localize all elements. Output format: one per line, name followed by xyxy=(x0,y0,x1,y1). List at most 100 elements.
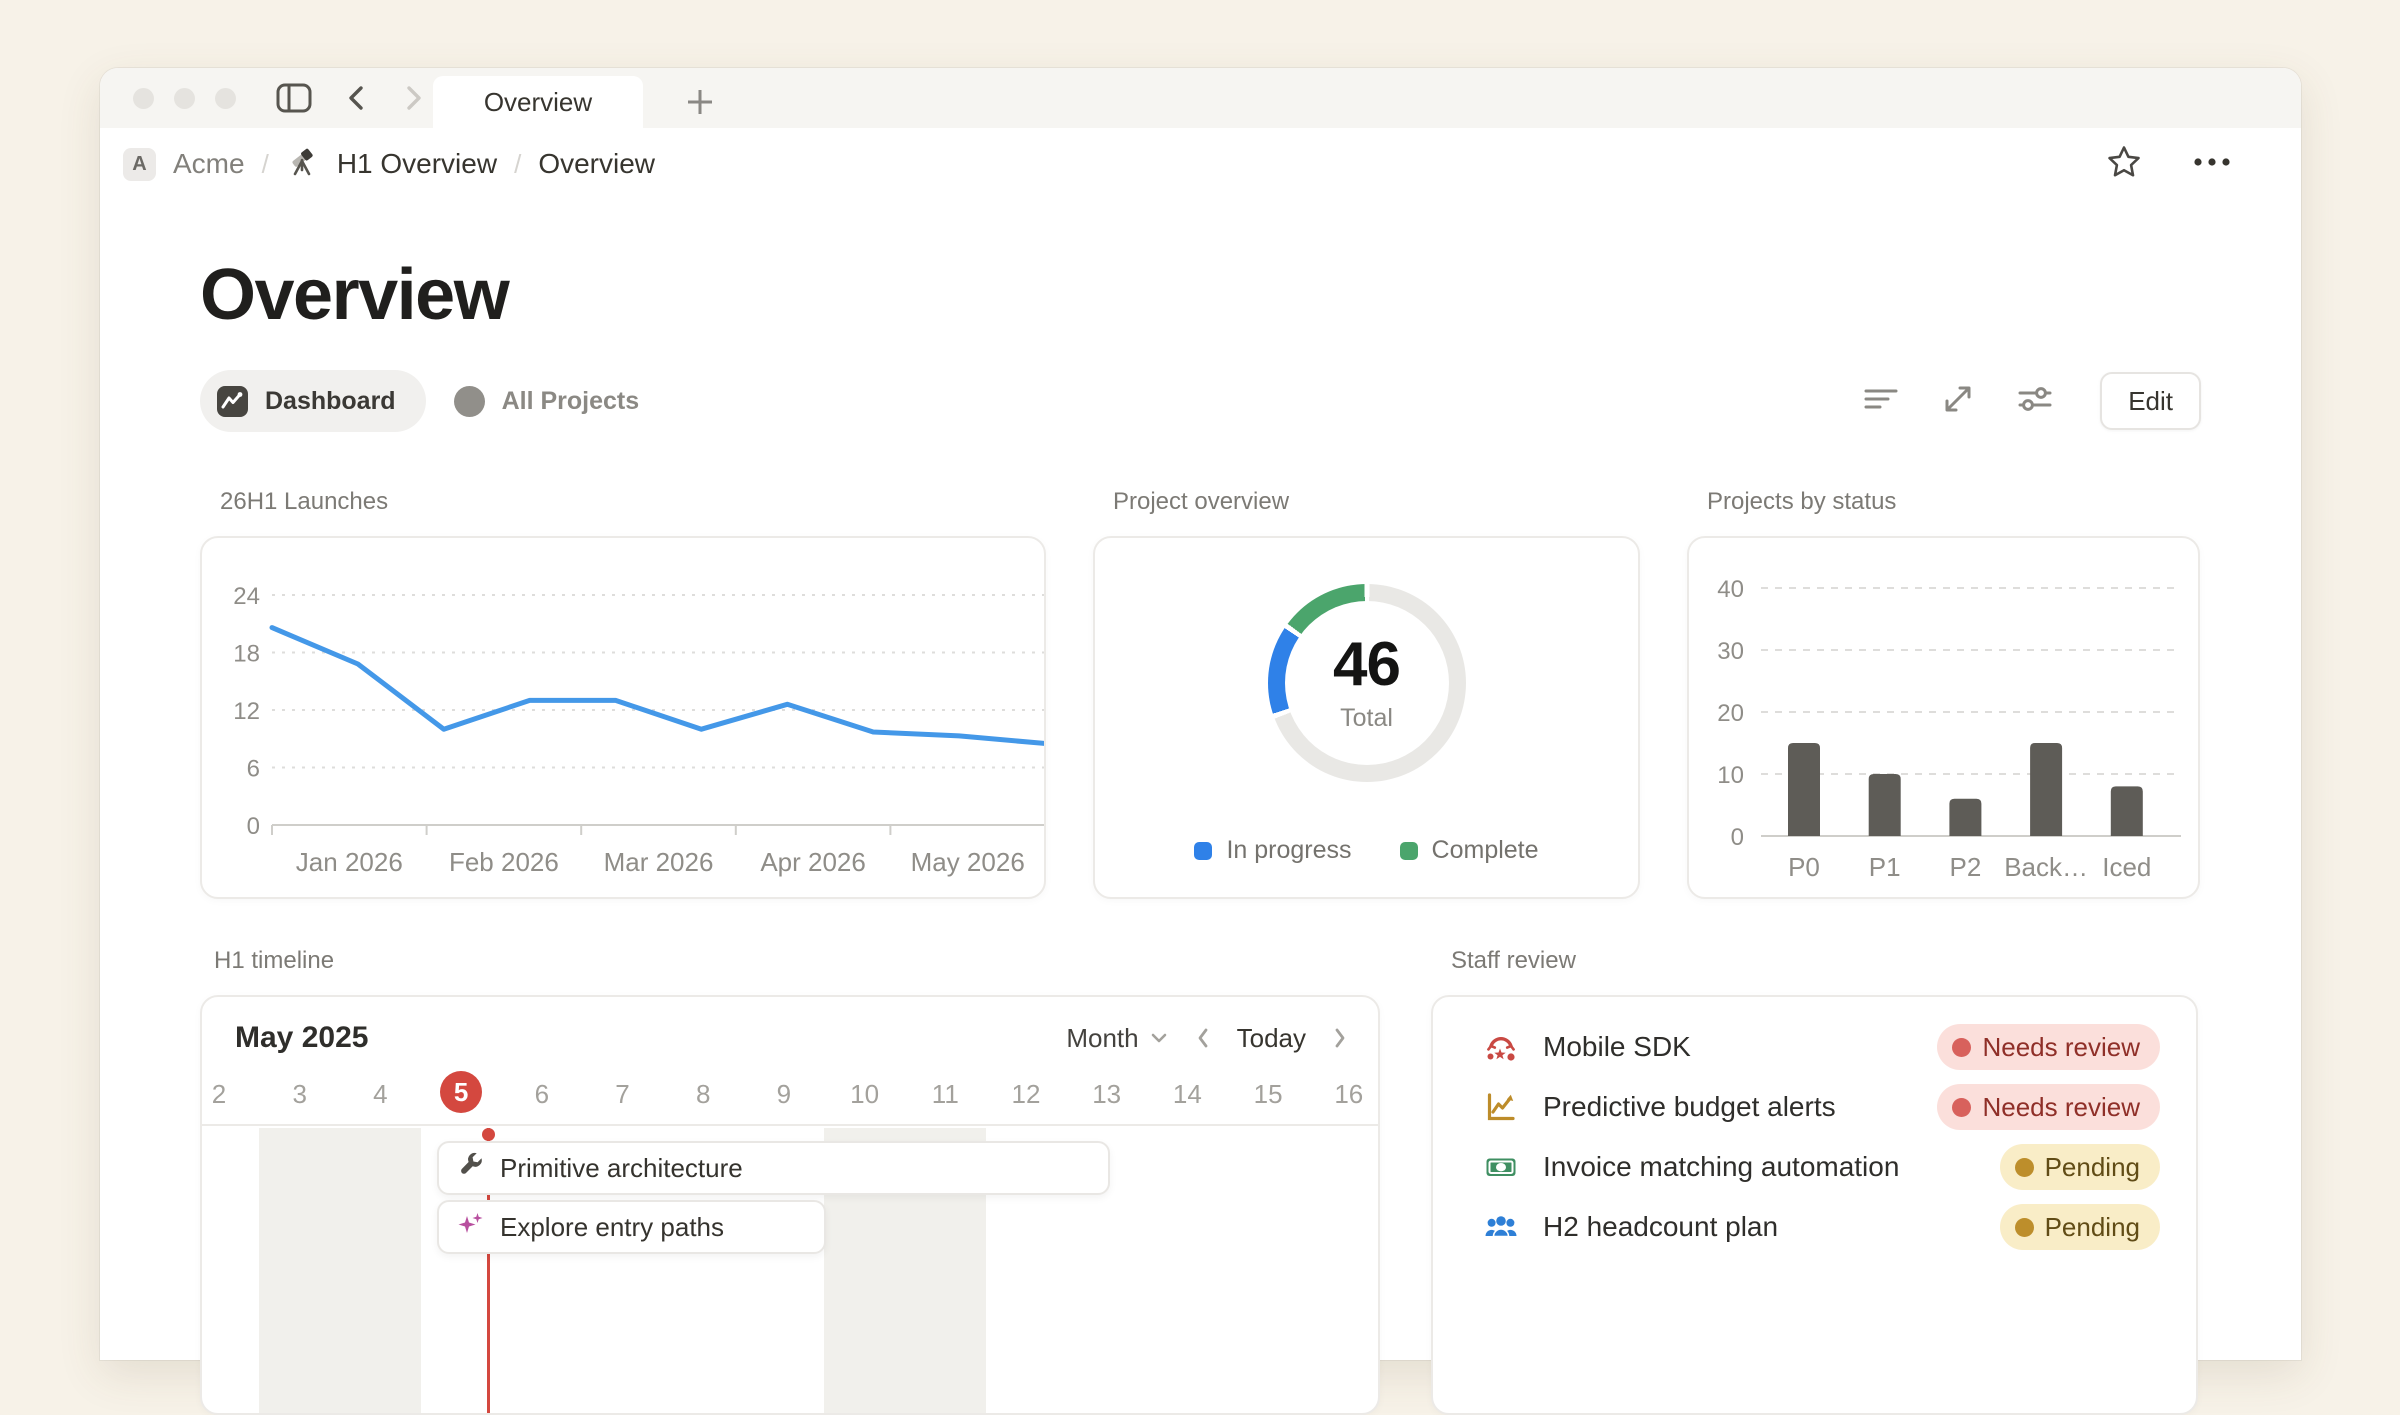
timeline-day: 2 xyxy=(212,1079,226,1110)
window-controls xyxy=(133,88,236,109)
status-label: Needs review xyxy=(1982,1032,2140,1063)
workspace-avatar[interactable]: A xyxy=(123,148,156,181)
timeline-next-icon[interactable] xyxy=(1332,1026,1348,1050)
filter-icon[interactable] xyxy=(1862,383,1900,420)
timeline-day: 7 xyxy=(615,1079,629,1110)
section-label: Projects by status xyxy=(1707,488,2200,516)
all-projects-icon xyxy=(454,386,485,417)
bar-chart-card: 010203040P0P1P2Back…Iced xyxy=(1687,536,2200,899)
status-badge[interactable]: Pending xyxy=(2000,1144,2160,1190)
edit-button[interactable]: Edit xyxy=(2100,372,2201,430)
svg-text:6: 6 xyxy=(247,756,260,783)
timeline-today-badge: 5 xyxy=(440,1071,482,1113)
breadcrumb-current[interactable]: Overview xyxy=(538,148,655,180)
timeline-header: May 2025 Month Today xyxy=(202,997,1378,1079)
svg-text:24: 24 xyxy=(233,583,260,610)
staff-review-row[interactable]: Predictive budget alerts Needs review xyxy=(1483,1077,2160,1137)
view-tab-dashboard[interactable]: Dashboard xyxy=(200,370,426,432)
svg-text:Jan 2026: Jan 2026 xyxy=(296,847,403,877)
staff-item-title: Mobile SDK xyxy=(1543,1031,1691,1063)
view-tab-all-projects[interactable]: All Projects xyxy=(454,386,640,417)
legend-item: Complete xyxy=(1400,836,1539,865)
status-dot-icon xyxy=(1952,1038,1971,1057)
back-icon[interactable] xyxy=(344,83,370,113)
breadcrumb-parent[interactable]: H1 Overview xyxy=(337,148,497,180)
timeline-month-title: May 2025 xyxy=(235,1021,368,1055)
status-dot-icon xyxy=(2015,1158,2034,1177)
settings-sliders-icon[interactable] xyxy=(2016,382,2054,421)
window-minimize-button[interactable] xyxy=(174,88,195,109)
window-zoom-button[interactable] xyxy=(215,88,236,109)
staff-review-card: Mobile SDKNeeds reviewPredictive budget … xyxy=(1431,995,2198,1415)
desktop: { "window": { "tab": "Overview", "breadc… xyxy=(0,0,2400,1260)
dashboard-controls: Edit xyxy=(1862,372,2201,430)
window-close-button[interactable] xyxy=(133,88,154,109)
status-badge[interactable]: Pending xyxy=(2000,1204,2160,1250)
new-tab-button[interactable] xyxy=(678,82,722,122)
svg-text:Mar 2026: Mar 2026 xyxy=(604,847,714,877)
svg-text:P1: P1 xyxy=(1869,852,1901,882)
wrench-icon xyxy=(457,1151,485,1186)
timeline-event-title: Explore entry paths xyxy=(500,1212,724,1243)
forward-icon[interactable] xyxy=(400,83,426,113)
donut-center: 46 Total xyxy=(1285,601,1449,765)
view-tabs: Dashboard All Projects Edit xyxy=(200,370,2201,432)
status-badge[interactable]: Needs review xyxy=(1937,1084,2160,1130)
timeline-view-selector[interactable]: Month xyxy=(1066,1023,1168,1054)
tab-overview[interactable]: Overview xyxy=(433,76,643,128)
svg-text:40: 40 xyxy=(1717,576,1744,603)
weekend-column xyxy=(259,1128,340,1413)
timeline-day: 10 xyxy=(850,1079,879,1110)
svg-text:0: 0 xyxy=(1731,824,1744,851)
sidebar-toggle-icon[interactable] xyxy=(276,82,312,114)
favorite-star-icon[interactable] xyxy=(2105,143,2143,186)
legend-label: Complete xyxy=(1432,836,1539,865)
timeline-day: 3 xyxy=(292,1079,306,1110)
breadcrumb: A Acme / H1 Overview / Overview xyxy=(123,144,655,185)
legend-swatch xyxy=(1400,842,1418,860)
timeline-day: 14 xyxy=(1173,1079,1202,1110)
staff-item-title: Predictive budget alerts xyxy=(1543,1091,1836,1123)
by-status-section: Projects by status 010203040P0P1P2Back…I… xyxy=(1687,488,2200,899)
timeline-prev-icon[interactable] xyxy=(1195,1026,1211,1050)
status-label: Pending xyxy=(2045,1212,2140,1243)
svg-text:P0: P0 xyxy=(1788,852,1820,882)
staff-review-row[interactable]: H2 headcount plan Pending xyxy=(1483,1197,2160,1257)
staff-item-title: Invoice matching automation xyxy=(1543,1151,1899,1183)
timeline-grid: Primitive architecture Explore entry pat… xyxy=(202,1124,1378,1413)
timeline-event[interactable]: Primitive architecture xyxy=(437,1141,1110,1195)
timeline-today-button[interactable]: Today xyxy=(1237,1023,1306,1054)
page-actions xyxy=(2105,143,2233,186)
staff-review-row[interactable]: Invoice matching automation Pending xyxy=(1483,1137,2160,1197)
status-dot-icon xyxy=(1952,1098,1971,1117)
charts-row: 26H1 Launches 06121824Jan 2026Feb 2026Ma… xyxy=(200,488,2201,899)
timeline-controls: Month Today xyxy=(1066,1023,1348,1054)
status-label: Pending xyxy=(2045,1152,2140,1183)
staff-review-row[interactable]: Mobile SDK Needs review xyxy=(1483,1017,2160,1077)
status-dot-icon xyxy=(2015,1218,2034,1237)
chevron-down-icon xyxy=(1149,1031,1169,1045)
line-chart-card: 06121824Jan 2026Feb 2026Mar 2026Apr 2026… xyxy=(200,536,1046,899)
more-options-icon[interactable] xyxy=(2191,155,2233,174)
legend-label: In progress xyxy=(1226,836,1351,865)
timeline-day: 16 xyxy=(1334,1079,1363,1110)
banknote-icon xyxy=(1483,1149,1519,1185)
status-badge[interactable]: Needs review xyxy=(1937,1024,2160,1070)
timeline-event[interactable]: Explore entry paths xyxy=(437,1200,826,1254)
app-window: Overview A Acme / H1 Overview / Overview xyxy=(100,68,2301,1360)
timeline-day: 4 xyxy=(373,1079,387,1110)
tab-label: Overview xyxy=(484,87,592,118)
breadcrumb-workspace[interactable]: Acme xyxy=(173,148,245,180)
section-label: Staff review xyxy=(1451,947,2198,975)
svg-text:Iced: Iced xyxy=(2102,852,2151,882)
page-title: Overview xyxy=(200,254,2201,336)
section-label: 26H1 Launches xyxy=(220,488,1046,516)
expand-icon[interactable] xyxy=(1940,381,1976,422)
timeline-day: 9 xyxy=(777,1079,791,1110)
legend-item: In progress xyxy=(1194,836,1351,865)
line-chart: 06121824Jan 2026Feb 2026Mar 2026Apr 2026… xyxy=(202,538,1044,899)
svg-text:0: 0 xyxy=(247,813,260,840)
staff-item-title: H2 headcount plan xyxy=(1543,1211,1778,1243)
svg-text:10: 10 xyxy=(1717,762,1744,789)
timeline-section: H1 timeline May 2025 Month Today xyxy=(200,947,1380,1415)
